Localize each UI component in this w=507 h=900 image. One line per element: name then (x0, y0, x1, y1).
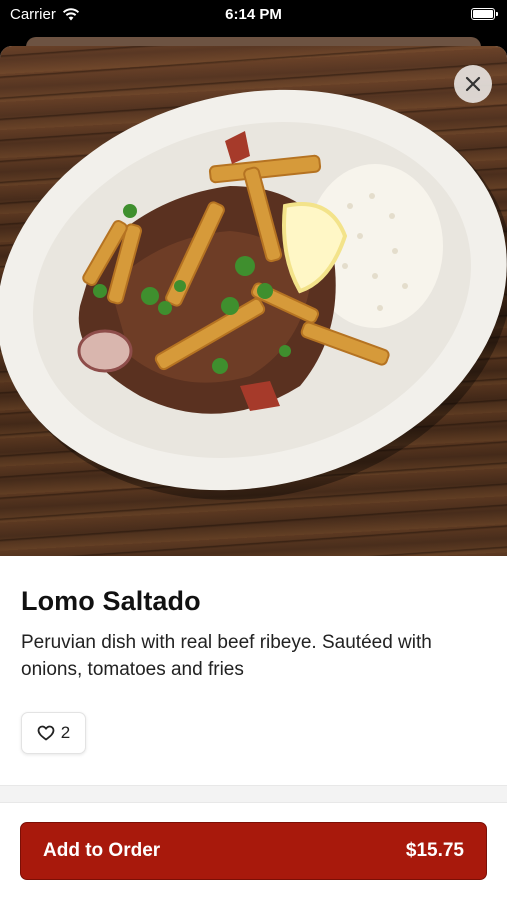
close-icon (465, 76, 481, 92)
order-price: $15.75 (405, 840, 464, 861)
add-to-order-button[interactable]: Add to Order $15.75 (20, 822, 487, 880)
dish-photo (0, 46, 507, 556)
item-description: Peruvian dish with real beef ribeye. Sau… (21, 632, 432, 680)
plated-food-illustration (0, 89, 507, 500)
heart-icon (37, 725, 55, 741)
battery-icon (471, 8, 498, 20)
section-divider (0, 785, 507, 803)
status-bar: Carrier 6:14 PM (0, 0, 507, 30)
close-button[interactable] (454, 65, 492, 103)
like-button[interactable]: 2 (21, 712, 86, 754)
add-to-order-label: Add to Order (43, 840, 161, 861)
item-detail-sheet: Lomo Saltado Peruvian dish with real bee… (0, 46, 507, 900)
item-title: Lomo Saltado (21, 586, 201, 616)
clock: 6:14 PM (225, 6, 282, 23)
like-count: 2 (60, 723, 71, 742)
